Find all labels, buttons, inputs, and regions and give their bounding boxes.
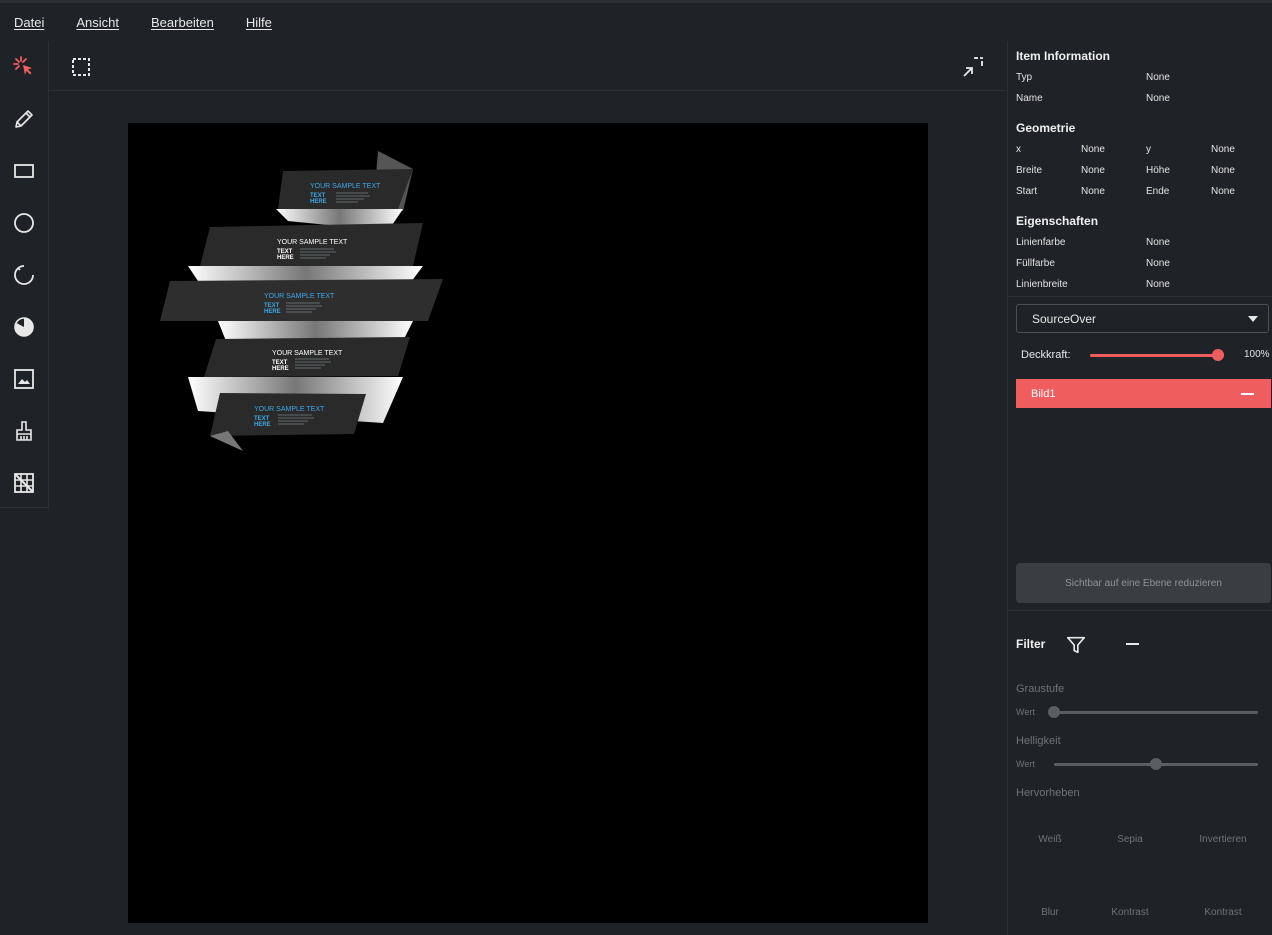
divider [1008, 610, 1272, 611]
art-here-4: HERE [272, 366, 289, 372]
properties-title: Eigenschaften [1016, 214, 1099, 228]
tool-rectangle[interactable] [0, 145, 48, 197]
helligkeit-label: Helligkeit [1016, 735, 1061, 747]
properties-panel: Item Information Typ None Name None Geom… [1007, 41, 1272, 935]
remove-filter-icon[interactable] [1126, 643, 1139, 645]
y-label: y [1146, 144, 1151, 155]
filter-weiss-button[interactable]: Weiß [1010, 834, 1090, 845]
filter-blur-button[interactable]: Blur [1010, 907, 1090, 918]
cursor-select-icon [13, 56, 32, 75]
graustufe-label: Graustufe [1016, 683, 1065, 695]
tool-grid[interactable] [0, 457, 48, 509]
filter-contrast-button[interactable]: Kontrast [1090, 907, 1170, 918]
blend-mode-value: SourceOver [1032, 311, 1097, 326]
chevron-down-icon [1248, 316, 1258, 322]
art-here-2: HERE [277, 255, 294, 261]
art-sample-text-5: YOUR SAMPLE TEXT [254, 406, 325, 413]
y-value: None [1211, 144, 1235, 155]
blend-mode-select[interactable]: SourceOver [1016, 304, 1269, 333]
breite-label: Breite [1016, 165, 1043, 176]
filter-contrast-button-2[interactable]: Kontrast [1183, 907, 1263, 918]
menu-bar: Datei Ansicht Bearbeiten Hilfe [0, 3, 1272, 41]
tool-pencil[interactable] [0, 93, 48, 145]
art-sample-text-1: YOUR SAMPLE TEXT [310, 183, 381, 190]
art-sample-text-2: YOUR SAMPLE TEXT [277, 239, 348, 246]
flatten-visible-button[interactable]: Sichtbar auf eine Ebene reduzieren [1016, 563, 1271, 603]
art-sample-text-3: YOUR SAMPLE TEXT [264, 293, 335, 300]
ende-label: Ende [1146, 186, 1170, 197]
tool-circle[interactable] [0, 197, 48, 249]
flatten-label: Sichtbar auf eine Ebene reduzieren [1065, 577, 1222, 589]
fullscreen-button[interactable] [961, 55, 985, 79]
fuellfarbe-label: Füllfarbe [1016, 258, 1055, 269]
grid-off-icon [14, 473, 34, 493]
ribbon-infographic-image: YOUR SAMPLE TEXT TEXT HERE YOUR SAMPLE T… [160, 151, 443, 451]
name-label: Name [1016, 93, 1043, 104]
fullscreen-exit-icon [963, 57, 983, 77]
circle-icon [14, 213, 34, 233]
drawing-canvas[interactable]: YOUR SAMPLE TEXT TEXT HERE YOUR SAMPLE T… [128, 123, 928, 923]
opacity-slider-track[interactable] [1090, 354, 1218, 357]
graustufe-slider-thumb[interactable] [1048, 706, 1060, 718]
tool-select[interactable] [0, 41, 48, 93]
broom-icon [16, 421, 32, 441]
tool-pie[interactable] [0, 301, 48, 353]
x-value: None [1081, 144, 1105, 155]
layer-item[interactable]: Bild1 [1016, 379, 1271, 408]
breite-value: None [1081, 165, 1105, 176]
dashed-selection-icon [72, 58, 90, 76]
helligkeit-slider-thumb[interactable] [1150, 758, 1162, 770]
tool-arc[interactable] [0, 249, 48, 301]
arc-icon [14, 265, 34, 285]
selection-button[interactable] [69, 55, 93, 79]
funnel-icon [1066, 636, 1086, 654]
linienfarbe-label: Linienfarbe [1016, 237, 1066, 248]
rectangle-icon [14, 164, 34, 178]
menu-hilfe[interactable]: Hilfe [246, 15, 272, 30]
helligkeit-wert-label: Wert [1016, 759, 1035, 769]
ende-value: None [1211, 186, 1235, 197]
art-here-1: HERE [310, 199, 327, 205]
linienbreite-value: None [1146, 279, 1170, 290]
hervorheben-label: Hervorheben [1016, 787, 1080, 799]
graustufe-wert-label: Wert [1016, 707, 1035, 717]
linienfarbe-value: None [1146, 237, 1170, 248]
tool-sidebar [0, 41, 49, 508]
item-info-title: Item Information [1016, 49, 1111, 63]
hoehe-value: None [1211, 165, 1235, 176]
pie-icon [14, 317, 34, 337]
fuellfarbe-value: None [1146, 258, 1170, 269]
start-value: None [1081, 186, 1105, 197]
art-here-3: HERE [264, 309, 281, 315]
menu-datei[interactable]: Datei [14, 15, 44, 30]
filter-sepia-button[interactable]: Sepia [1090, 834, 1170, 845]
art-sample-text-4: YOUR SAMPLE TEXT [272, 350, 343, 357]
menu-ansicht[interactable]: Ansicht [76, 15, 119, 30]
tool-clear[interactable] [0, 405, 48, 457]
linienbreite-label: Linienbreite [1016, 279, 1068, 290]
opacity-label: Deckkraft: [1021, 349, 1071, 361]
divider [1008, 296, 1272, 297]
filter-invert-button[interactable]: Invertieren [1183, 834, 1263, 845]
tool-image[interactable] [0, 353, 48, 405]
remove-layer-icon[interactable] [1241, 393, 1254, 395]
filter-title: Filter [1016, 637, 1046, 651]
typ-label: Typ [1016, 72, 1033, 83]
art-here-5: HERE [254, 422, 271, 428]
pencil-icon [15, 110, 33, 128]
geometry-title: Geometrie [1016, 121, 1076, 135]
menu-bearbeiten[interactable]: Bearbeiten [151, 15, 214, 30]
filter-button[interactable] [1065, 634, 1087, 656]
hoehe-label: Höhe [1146, 165, 1170, 176]
image-icon [14, 369, 34, 389]
layer-name: Bild1 [1031, 387, 1056, 400]
opacity-value: 100% [1244, 349, 1270, 360]
typ-value: None [1146, 72, 1170, 83]
start-label: Start [1016, 186, 1038, 197]
canvas-toolbar [49, 41, 1006, 91]
opacity-slider-thumb[interactable] [1212, 349, 1224, 361]
graustufe-slider-track[interactable] [1054, 711, 1258, 714]
x-label: x [1016, 144, 1021, 155]
name-value: None [1146, 93, 1170, 104]
